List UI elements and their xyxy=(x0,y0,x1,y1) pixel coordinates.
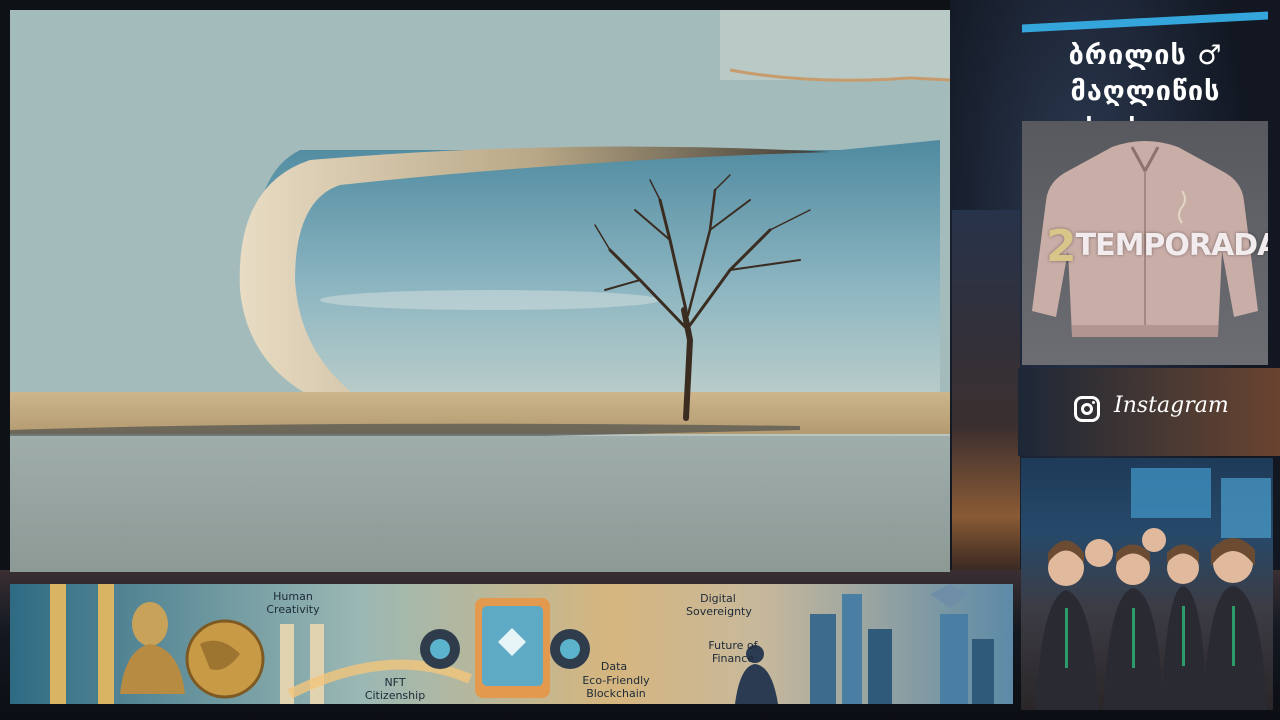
event-group-photo xyxy=(1021,458,1273,710)
jacket-promo-card[interactable]: 2TEMPORADA! xyxy=(1022,121,1268,365)
banner-label-future-of-finance: Future of Finance xyxy=(708,639,758,665)
group-photo-illustration xyxy=(1036,468,1271,710)
banner-label-data: Data xyxy=(600,660,628,673)
banner-label-digital-sovereignty: Digital Sovereignty xyxy=(686,592,752,618)
shop-title-line1: ბრილის ♂ მაღლიწის xyxy=(1068,40,1223,107)
stage-photo-strip xyxy=(952,210,1020,570)
surreal-landscape-illustration xyxy=(10,10,950,572)
web3-banner: Human Creativity NFT Citizenship Digital… xyxy=(10,584,1013,704)
promo-word: TEMPORADA! xyxy=(1075,228,1268,263)
banner-label-eco-friendly-blockchain: Eco-Friendly Blockchain xyxy=(582,674,650,700)
instagram-link[interactable]: Instagram xyxy=(1018,368,1280,456)
instagram-icon xyxy=(1074,396,1100,422)
banner-label-nft-citizenship: NFT Citizenship xyxy=(364,676,426,702)
instagram-label: Instagram xyxy=(1114,393,1229,418)
promo-text: 2TEMPORADA! xyxy=(1046,221,1268,272)
main-artwork xyxy=(10,10,950,572)
banner-illustration xyxy=(50,584,994,704)
promo-number: 2 xyxy=(1046,221,1077,272)
banner-label-human-creativity: Human Creativity xyxy=(266,590,320,616)
